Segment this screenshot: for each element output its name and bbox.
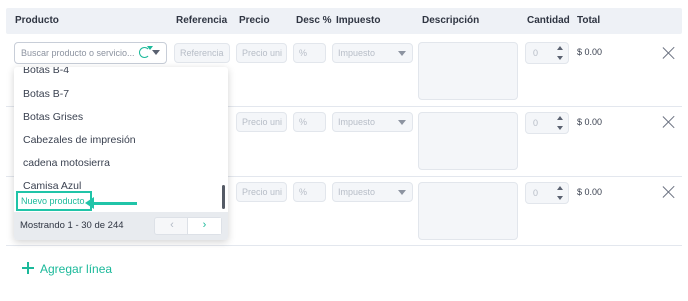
tax-placeholder: Impuesto [338,187,376,197]
close-icon[interactable] [662,115,676,129]
tax-select[interactable]: Impuesto [332,112,413,132]
discount-placeholder: % [299,48,308,58]
description-textarea[interactable] [418,42,518,100]
header-quantity: Cantidad [527,15,570,26]
arrow-left-icon [85,197,137,209]
chevron-down-icon [398,51,406,56]
header-total: Total [577,15,601,26]
quantity-stepper[interactable]: 0 [525,42,569,64]
plus-icon [22,262,34,274]
header-tax: Impuesto [336,15,381,26]
add-line-label: Agregar línea [40,262,113,276]
tax-select[interactable]: Impuesto [332,43,413,63]
row-total: $ 0.00 [577,117,603,127]
price-input[interactable]: Precio uni [236,112,287,132]
close-icon[interactable] [662,185,676,199]
table-header: Producto Referencia Precio Desc % Impues… [6,8,682,34]
new-product-button[interactable]: Nuevo producto [16,191,92,211]
paging-info: Mostrando 1 - 30 de 244 [20,220,124,231]
pager: ‹ › [154,217,222,235]
row-total: $ 0.00 [577,187,603,197]
reference-placeholder: Referencia [180,48,224,58]
header-price: Precio [239,15,270,26]
next-page-button[interactable]: › [187,218,221,234]
dropdown-footer: Mostrando 1 - 30 de 244 ‹ › [14,212,228,240]
tax-select[interactable]: Impuesto [332,182,413,202]
quantity-value: 0 [533,118,539,128]
quantity-stepper[interactable]: 0 [525,112,569,134]
stepper-arrows-icon[interactable] [557,186,563,200]
discount-placeholder: % [299,117,308,127]
search-placeholder: Buscar producto o servicio... [21,48,135,58]
quantity-value: 0 [533,188,539,198]
product-list: Botas B-4 Botas B-7 Botas Grises Cabezal… [14,67,228,210]
header-product: Producto [15,15,59,26]
add-line-button[interactable]: Agregar línea [22,262,112,276]
tax-placeholder: Impuesto [338,117,376,127]
product-search-input[interactable]: Buscar producto o servicio... [14,42,167,64]
list-item[interactable]: Botas B-4 [23,67,69,76]
list-item[interactable]: Botas Grises [23,111,83,123]
refresh-icon[interactable] [139,46,153,58]
discount-input[interactable]: % [293,43,326,63]
header-reference: Referencia [176,15,228,26]
chevron-down-icon[interactable] [152,50,160,55]
price-placeholder: Precio uni [242,48,283,58]
discount-placeholder: % [299,187,308,197]
description-textarea[interactable] [418,182,518,240]
row-total: $ 0.00 [577,47,603,57]
chevron-down-icon [398,190,406,195]
reference-input[interactable]: Referencia [174,43,230,63]
product-dropdown: Botas B-4 Botas B-7 Botas Grises Cabezal… [14,67,228,240]
price-placeholder: Precio uni [242,187,283,197]
tax-placeholder: Impuesto [338,48,376,58]
header-description: Descripción [422,15,480,26]
chevron-down-icon [398,120,406,125]
price-placeholder: Precio uni [242,117,283,127]
price-input[interactable]: Precio uni [236,43,287,63]
close-icon[interactable] [662,46,676,60]
stepper-arrows-icon[interactable] [557,116,563,130]
quantity-stepper[interactable]: 0 [525,182,569,204]
scrollbar[interactable] [222,185,225,209]
list-item[interactable]: Cabezales de impresión [23,134,136,146]
discount-input[interactable]: % [293,182,326,202]
description-textarea[interactable] [418,112,518,170]
stepper-arrows-icon[interactable] [557,46,563,60]
price-input[interactable]: Precio uni [236,182,287,202]
list-item[interactable]: cadena motosierra [23,157,110,169]
quantity-value: 0 [533,48,539,58]
previous-page-button[interactable]: ‹ [155,218,189,234]
list-item[interactable]: Botas B-7 [23,88,69,100]
row-divider [6,245,682,246]
discount-input[interactable]: % [293,112,326,132]
header-discount: Desc % [296,15,332,26]
